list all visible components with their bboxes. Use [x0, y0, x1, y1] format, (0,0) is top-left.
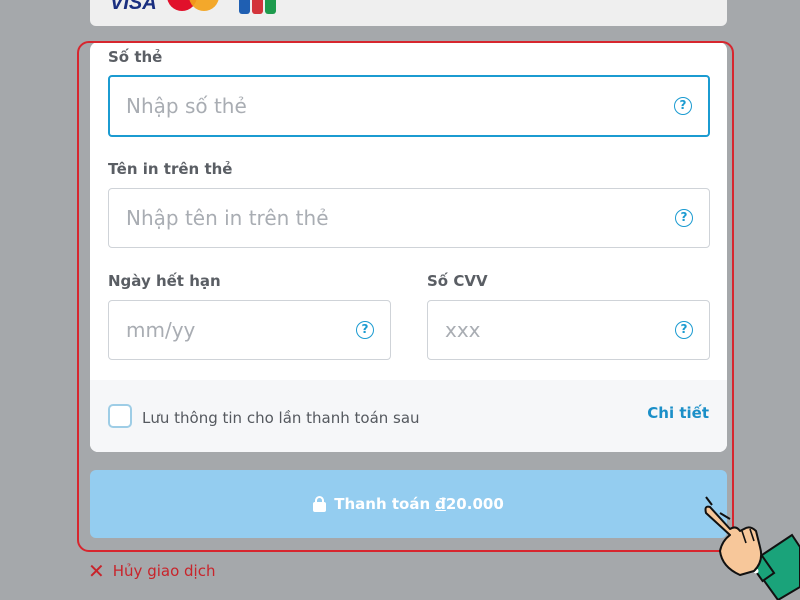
- close-icon: ✕: [88, 559, 105, 583]
- jcb-logo: [238, 0, 276, 14]
- expiry-field[interactable]: mm/yy ?: [108, 300, 391, 360]
- cvv-label: Số CVV: [427, 272, 488, 290]
- cancel-transaction-link[interactable]: ✕ Hủy giao dịch: [88, 559, 216, 583]
- card-payment-form: Số thẻ Nhập số thẻ ? Tên in trên thẻ Nhậ…: [90, 42, 727, 452]
- mastercard-logo: [163, 0, 233, 15]
- visa-logo: VISA: [110, 0, 157, 14]
- card-number-placeholder: Nhập số thẻ: [126, 94, 247, 118]
- pay-amount: 20.000: [445, 495, 504, 513]
- cvv-field[interactable]: xxx ?: [427, 300, 710, 360]
- pointing-hand-icon: [704, 496, 800, 600]
- lock-icon: [313, 496, 327, 512]
- card-brand-logos: VISA: [110, 0, 276, 15]
- expiry-label: Ngày hết hạn: [108, 272, 221, 290]
- question-circle-icon[interactable]: ?: [675, 321, 693, 339]
- question-circle-icon[interactable]: ?: [356, 321, 374, 339]
- card-number-field[interactable]: Nhập số thẻ ?: [108, 75, 710, 137]
- question-circle-icon[interactable]: ?: [675, 209, 693, 227]
- save-info-label: Lưu thông tin cho lần thanh toán sau: [142, 409, 420, 427]
- currency-symbol: đ: [435, 495, 446, 513]
- card-name-field[interactable]: Nhập tên in trên thẻ ?: [108, 188, 710, 248]
- card-brands-panel: VISA: [90, 0, 727, 26]
- save-info-panel: Lưu thông tin cho lần thanh toán sau Chi…: [90, 380, 727, 452]
- details-link[interactable]: Chi tiết: [647, 404, 709, 422]
- card-number-label: Số thẻ: [108, 48, 163, 66]
- cancel-label: Hủy giao dịch: [112, 562, 216, 580]
- pay-button-label: Thanh toán: [334, 495, 431, 513]
- card-name-placeholder: Nhập tên in trên thẻ: [126, 206, 329, 230]
- pay-button[interactable]: Thanh toán đ20.000: [90, 470, 727, 538]
- save-info-checkbox[interactable]: [108, 404, 132, 428]
- question-circle-icon[interactable]: ?: [674, 97, 692, 115]
- card-name-label: Tên in trên thẻ: [108, 160, 233, 178]
- expiry-placeholder: mm/yy: [126, 318, 196, 342]
- cvv-placeholder: xxx: [445, 318, 481, 342]
